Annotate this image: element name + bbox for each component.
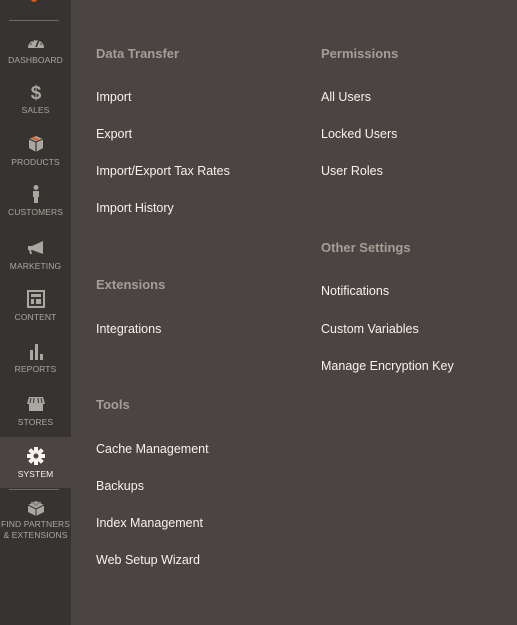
menu-link-import-history[interactable]: Import History bbox=[96, 201, 174, 215]
menu-link-cache-management[interactable]: Cache Management bbox=[96, 442, 209, 456]
sidebar-item-system[interactable]: SYSTEM bbox=[0, 437, 71, 488]
sidebar-item-label: FIND PARTNERS bbox=[1, 519, 70, 529]
menu-link-web-setup-wizard[interactable]: Web Setup Wizard bbox=[96, 553, 200, 567]
dollar-icon: $ bbox=[30, 83, 41, 102]
sidebar-divider bbox=[9, 489, 59, 490]
menu-link-manage-encryption-key[interactable]: Manage Encryption Key bbox=[321, 359, 454, 373]
layout-icon bbox=[26, 290, 45, 308]
megaphone-icon bbox=[27, 241, 43, 254]
system-menu-panel: Data Transfer Import Export Import/Expor… bbox=[71, 0, 517, 625]
bar-chart-icon bbox=[29, 344, 43, 360]
sidebar-item-label: STORES bbox=[17, 417, 54, 427]
gear-icon bbox=[26, 447, 45, 465]
menu-link-all-users[interactable]: All Users bbox=[321, 90, 371, 104]
sidebar-item-label: SYSTEM bbox=[17, 469, 54, 479]
person-icon bbox=[32, 185, 39, 203]
menu-link-user-roles[interactable]: User Roles bbox=[321, 164, 383, 178]
sidebar-item-sales[interactable]: $ SALES bbox=[0, 82, 71, 128]
sidebar-item-label: CONTENT bbox=[14, 312, 57, 322]
menu-link-import[interactable]: Import bbox=[96, 90, 131, 104]
lego-brick-icon bbox=[27, 501, 44, 516]
box-icon bbox=[28, 136, 43, 152]
sidebar-divider bbox=[9, 20, 59, 21]
logo-icon[interactable] bbox=[31, 0, 37, 2]
sidebar-item-find-partners[interactable]: FIND PARTNERS & EXTENSIONS bbox=[0, 497, 71, 547]
sidebar-item-products[interactable]: PRODUCTS bbox=[0, 134, 71, 180]
svg-text:$: $ bbox=[30, 83, 41, 102]
section-title: Tools bbox=[96, 397, 130, 412]
sidebar-item-dashboard[interactable]: DASHBOARD bbox=[0, 32, 71, 76]
sidebar-item-label: MARKETING bbox=[9, 261, 62, 271]
sidebar-item-marketing[interactable]: MARKETING bbox=[0, 238, 71, 284]
section-title: Extensions bbox=[96, 277, 166, 292]
sidebar-item-content[interactable]: CONTENT bbox=[0, 289, 71, 335]
menu-link-export[interactable]: Export bbox=[96, 127, 132, 141]
menu-link-custom-variables[interactable]: Custom Variables bbox=[321, 322, 419, 336]
dashboard-icon bbox=[27, 39, 44, 48]
sidebar-item-label: REPORTS bbox=[14, 364, 57, 374]
menu-link-notifications[interactable]: Notifications bbox=[321, 284, 389, 298]
sidebar-item-customers[interactable]: CUSTOMERS bbox=[0, 184, 71, 230]
sidebar-item-label: DASHBOARD bbox=[8, 55, 63, 65]
section-title: Other Settings bbox=[321, 240, 411, 255]
sidebar-item-stores[interactable]: STORES bbox=[0, 394, 71, 438]
sidebar-item-label: SALES bbox=[21, 105, 50, 115]
sidebar-item-label: PRODUCTS bbox=[11, 157, 60, 167]
menu-link-integrations[interactable]: Integrations bbox=[96, 322, 161, 336]
menu-link-import-export-tax-rates[interactable]: Import/Export Tax Rates bbox=[96, 164, 230, 178]
storefront-icon bbox=[26, 397, 45, 411]
sidebar-item-label: CUSTOMERS bbox=[7, 207, 64, 217]
sidebar-item-label-line2: & EXTENSIONS bbox=[3, 530, 68, 540]
menu-link-index-management[interactable]: Index Management bbox=[96, 516, 203, 530]
section-title: Permissions bbox=[321, 46, 399, 61]
sidebar-item-reports[interactable]: REPORTS bbox=[0, 341, 71, 387]
admin-sidebar: DASHBOARD $ SALES PRODUCTS CUSTOMERS MAR… bbox=[0, 0, 71, 625]
section-title: Data Transfer bbox=[96, 46, 180, 61]
menu-link-backups[interactable]: Backups bbox=[96, 479, 144, 493]
menu-link-locked-users[interactable]: Locked Users bbox=[321, 127, 397, 141]
